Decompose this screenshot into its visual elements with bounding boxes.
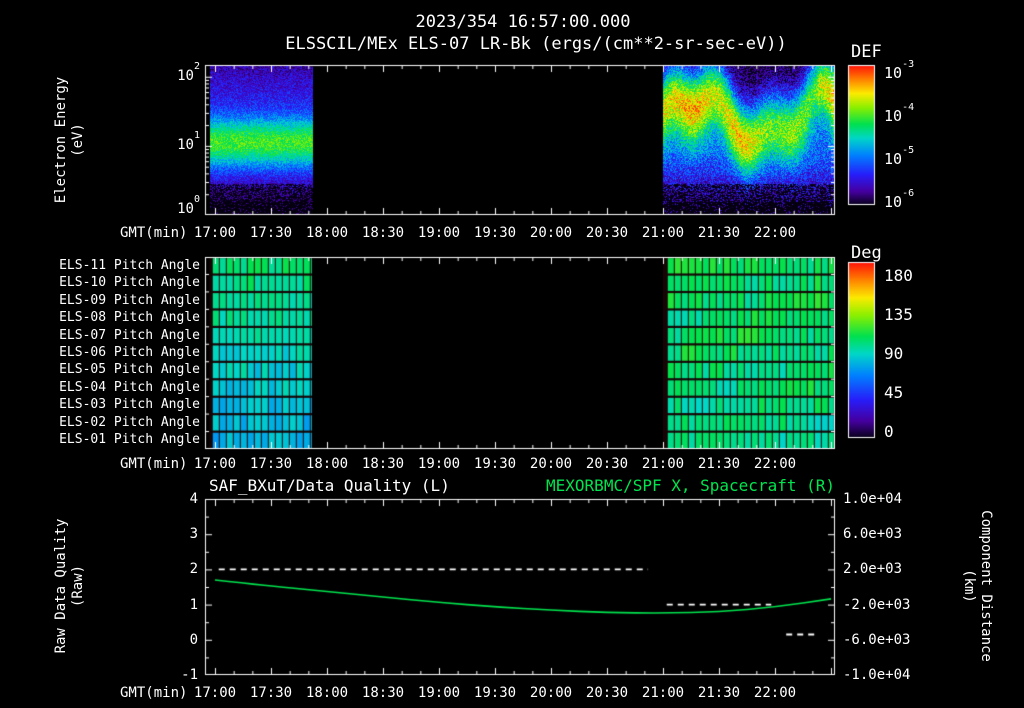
left-ytick: 2 xyxy=(189,561,198,577)
deg-tick-0: 0 xyxy=(884,422,894,441)
xtick-label: 19:30 xyxy=(473,685,517,701)
xtick-label: 20:00 xyxy=(529,225,573,241)
xtick-label: 19:30 xyxy=(473,456,517,472)
right-ytick: -6.0e+03 xyxy=(843,632,911,648)
energy-ytick-1e0: 100 xyxy=(177,194,200,217)
right-ytick: 1.0e+04 xyxy=(843,491,903,507)
xtick-label: 20:00 xyxy=(529,685,573,701)
quality-ylabel-line1: Raw Data Quality xyxy=(53,518,69,654)
xtick-label: 21:00 xyxy=(641,685,685,701)
xaxis-unit-label: GMT(min) xyxy=(120,225,188,241)
xtick-label: 21:30 xyxy=(697,225,741,241)
right-ytick: -1.0e+04 xyxy=(843,667,911,683)
energy-spectrogram xyxy=(0,60,1024,220)
xtick-label: 17:00 xyxy=(193,456,237,472)
left-ytick: 0 xyxy=(189,632,198,648)
left-ytick: 3 xyxy=(189,526,198,542)
pitch-row-label: ELS-10 Pitch Angle xyxy=(59,275,200,290)
def-tick-1e-5: 10-5 xyxy=(884,145,915,168)
xtick-label: 20:00 xyxy=(529,456,573,472)
right-ytick: 6.0e+03 xyxy=(843,526,903,542)
energy-ytick-1e2: 102 xyxy=(177,61,200,84)
pitch-row-label: ELS-02 Pitch Angle xyxy=(59,415,200,430)
right-ytick: 2.0e+03 xyxy=(843,561,903,577)
xtick-label: 18:30 xyxy=(361,225,405,241)
pitch-row-label: ELS-06 Pitch Angle xyxy=(59,345,200,360)
left-ytick: 1 xyxy=(189,597,198,613)
quality-series-title: SAF_BXuT/Data Quality (L) xyxy=(209,476,450,495)
xaxis-unit-label: GMT(min) xyxy=(120,456,188,472)
def-tick-1e-4: 10-4 xyxy=(884,102,915,125)
pitch-row-label: ELS-03 Pitch Angle xyxy=(59,397,200,412)
xtick-label: 21:30 xyxy=(697,456,741,472)
xtick-label: 21:30 xyxy=(697,685,741,701)
energy-ylabel-line1: Electron Energy xyxy=(53,76,69,204)
right-ytick: -2.0e+03 xyxy=(843,597,911,613)
quality-ylabel-line2: (Raw) xyxy=(70,564,86,608)
xtick-label: 18:00 xyxy=(305,456,349,472)
xtick-label: 20:30 xyxy=(585,225,629,241)
xtick-label: 22:00 xyxy=(753,456,797,472)
xtick-label: 19:00 xyxy=(417,685,461,701)
energy-ytick-1e1: 101 xyxy=(177,130,200,153)
xtick-label: 18:30 xyxy=(361,685,405,701)
spacecraft-series-title: MEXORBMC/SPF X, Spacecraft (R) xyxy=(546,476,835,495)
deg-tick-135: 135 xyxy=(884,305,913,324)
left-ytick: -1 xyxy=(181,667,198,683)
deg-tick-180: 180 xyxy=(884,266,913,285)
distance-ylabel: Component Distance (km) xyxy=(960,510,994,662)
xtick-label: 19:00 xyxy=(417,225,461,241)
pitch-row-label: ELS-08 Pitch Angle xyxy=(59,310,200,325)
xaxis-unit-label: GMT(min) xyxy=(120,685,188,701)
timestamp: 2023/354 16:57:00.000 xyxy=(415,12,631,32)
xtick-label: 17:30 xyxy=(249,685,293,701)
xtick-label: 17:00 xyxy=(193,225,237,241)
energy-ylabel: Electron Energy (eV) xyxy=(53,77,87,203)
energy-ylabel-line2: (eV) xyxy=(70,123,86,157)
xtick-label: 20:30 xyxy=(585,456,629,472)
xtick-label: 19:30 xyxy=(473,225,517,241)
pitch-row-label: ELS-01 Pitch Angle xyxy=(59,432,200,447)
distance-ylabel-line2: (km) xyxy=(961,569,977,603)
left-ytick: 4 xyxy=(189,491,198,507)
xtick-label: 17:30 xyxy=(249,456,293,472)
xtick-label: 20:30 xyxy=(585,685,629,701)
xtick-label: 18:30 xyxy=(361,456,405,472)
xtick-label: 17:30 xyxy=(249,225,293,241)
distance-ylabel-line1: Component Distance xyxy=(978,510,994,662)
def-colorbar-title: DEF xyxy=(851,42,882,62)
def-tick-1e-3: 10-3 xyxy=(884,59,915,82)
deg-tick-45: 45 xyxy=(884,383,904,402)
xtick-label: 21:00 xyxy=(641,225,685,241)
xtick-label: 18:00 xyxy=(305,685,349,701)
xtick-label: 17:00 xyxy=(193,685,237,701)
pitch-row-label: ELS-04 Pitch Angle xyxy=(59,380,200,395)
pitch-row-label: ELS-11 Pitch Angle xyxy=(59,258,200,273)
quality-distance-plot xyxy=(0,494,1024,684)
xtick-label: 18:00 xyxy=(305,225,349,241)
pitch-row-label: ELS-07 Pitch Angle xyxy=(59,328,200,343)
xtick-label: 21:00 xyxy=(641,456,685,472)
xtick-label: 22:00 xyxy=(753,685,797,701)
deg-tick-90: 90 xyxy=(884,344,904,363)
xtick-label: 22:00 xyxy=(753,225,797,241)
deg-colorbar-title: Deg xyxy=(851,243,882,263)
xtick-label: 19:00 xyxy=(417,456,461,472)
pitch-row-label: ELS-05 Pitch Angle xyxy=(59,362,200,377)
quality-ylabel: Raw Data Quality (Raw) xyxy=(53,519,87,654)
pitch-row-label: ELS-09 Pitch Angle xyxy=(59,293,200,308)
spectrogram-display: 2023/354 16:57:00.000 ELSSCIL/MEx ELS-07… xyxy=(0,0,1024,708)
def-tick-1e-6: 10-6 xyxy=(884,188,915,211)
plot-title: ELSSCIL/MEx ELS-07 LR-Bk (ergs/(cm**2-sr… xyxy=(285,34,787,54)
